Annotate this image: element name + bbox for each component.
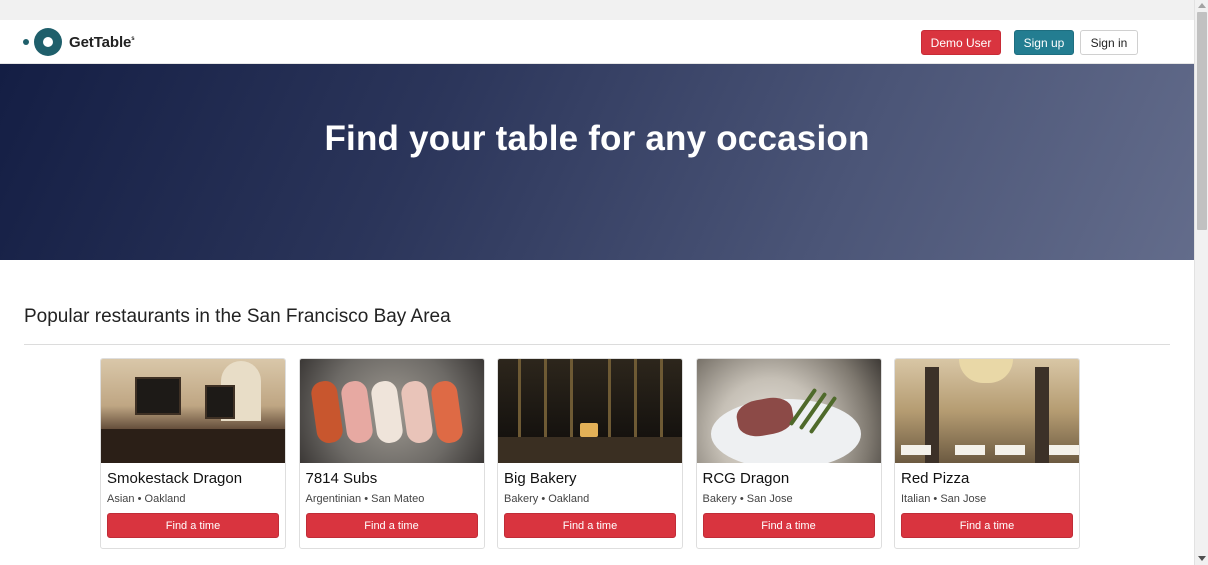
restaurant-city: Oakland	[548, 493, 590, 505]
meta-separator: •	[137, 493, 142, 505]
vertical-scrollbar[interactable]	[1194, 0, 1208, 565]
restaurant-photo[interactable]	[696, 359, 881, 463]
photo-stripe	[634, 359, 637, 439]
photo-table	[1049, 445, 1079, 455]
photo-stripe	[518, 359, 521, 439]
photo-counter	[498, 437, 682, 463]
meta-separator: •	[739, 493, 744, 505]
find-a-time-button[interactable]: Find a time	[305, 513, 478, 538]
photo-sushi-piece	[369, 379, 404, 445]
restaurant-card[interactable]: Big Bakery Bakery • Oakland Find a time	[497, 358, 683, 549]
photo-stripe	[544, 359, 547, 439]
photo-lamp	[580, 423, 598, 437]
restaurant-meta: Argentinian • San Mateo	[306, 493, 425, 505]
meta-separator: •	[364, 493, 369, 505]
meta-separator: •	[933, 493, 938, 505]
find-a-time-button[interactable]: Find a time	[901, 513, 1073, 538]
brand-superscript: s	[131, 35, 135, 42]
photo-frame	[205, 385, 235, 419]
restaurant-name[interactable]: Red Pizza	[901, 470, 969, 487]
logo-dot-icon	[23, 39, 29, 45]
photo-stripe	[570, 359, 573, 439]
restaurant-cuisine: Bakery	[702, 493, 737, 505]
restaurant-meta: Asian • Oakland	[107, 493, 186, 505]
popular-section-title: Popular restaurants in the San Francisco…	[24, 306, 451, 327]
restaurant-photo[interactable]	[895, 359, 1079, 463]
find-a-time-button[interactable]: Find a time	[107, 513, 279, 538]
gettable-logo-icon	[34, 28, 62, 56]
restaurant-name[interactable]: Smokestack Dragon	[107, 470, 242, 487]
sign-in-button[interactable]: Sign in	[1080, 30, 1138, 55]
restaurant-cuisine: Argentinian	[305, 493, 362, 505]
demo-user-button[interactable]: Demo User	[921, 30, 1001, 55]
scroll-up-arrow-icon[interactable]	[1198, 3, 1206, 8]
restaurant-meta: Bakery • San Jose	[703, 493, 793, 505]
restaurant-cuisine: Bakery	[504, 493, 539, 505]
restaurant-meta: Bakery • Oakland	[504, 493, 589, 505]
restaurant-city: San Jose	[940, 493, 987, 505]
photo-chandelier	[959, 359, 1013, 383]
restaurant-city: Oakland	[144, 493, 186, 505]
find-a-time-button[interactable]: Find a time	[504, 513, 676, 538]
photo-frame	[135, 377, 181, 415]
restaurant-card-list: Smokestack Dragon Asian • Oakland Find a…	[100, 358, 1093, 549]
sign-up-button[interactable]: Sign up	[1014, 30, 1074, 55]
hero-title: Find your table for any occasion	[324, 119, 870, 158]
photo-sushi-piece	[429, 379, 464, 445]
restaurant-photo[interactable]	[101, 359, 285, 463]
photo-stripe	[660, 359, 663, 439]
hero-banner: Find your table for any occasion	[0, 64, 1194, 260]
restaurant-card[interactable]: RCG Dragon Bakery • San Jose Find a time	[695, 358, 882, 549]
photo-table	[995, 445, 1025, 455]
restaurant-name[interactable]: Big Bakery	[504, 470, 577, 487]
photo-sushi-piece	[309, 379, 344, 445]
section-divider	[24, 344, 1170, 345]
find-a-time-button[interactable]: Find a time	[702, 513, 875, 538]
restaurant-card[interactable]: Red Pizza Italian • San Jose Find a time	[894, 358, 1080, 549]
photo-table	[955, 445, 985, 455]
scrollbar-thumb[interactable]	[1197, 12, 1207, 230]
restaurant-meta: Italian • San Jose	[901, 493, 986, 505]
scroll-down-arrow-icon[interactable]	[1198, 556, 1206, 561]
brand-name: GetTables	[69, 33, 135, 51]
restaurant-cuisine: Asian	[107, 493, 135, 505]
restaurant-photo[interactable]	[299, 359, 484, 463]
page-viewport: GetTables Demo User Sign up Sign in Find…	[0, 20, 1194, 565]
meta-separator: •	[541, 493, 546, 505]
logo-link[interactable]: GetTables	[23, 28, 135, 56]
restaurant-photo[interactable]	[498, 359, 682, 463]
restaurant-name[interactable]: 7814 Subs	[306, 470, 378, 487]
restaurant-city: San Jose	[746, 493, 793, 505]
restaurant-city: San Mateo	[371, 493, 425, 505]
photo-booth	[101, 429, 285, 463]
photo-column	[1035, 367, 1049, 463]
restaurant-cuisine: Italian	[901, 493, 931, 505]
photo-table	[901, 445, 931, 455]
navbar: GetTables Demo User Sign up Sign in	[0, 20, 1194, 64]
restaurant-card[interactable]: Smokestack Dragon Asian • Oakland Find a…	[100, 358, 286, 549]
photo-stripe	[608, 359, 611, 439]
photo-sushi-piece	[399, 379, 434, 445]
browser-top-strip	[0, 0, 1194, 20]
restaurant-card[interactable]: 7814 Subs Argentinian • San Mateo Find a…	[298, 358, 485, 549]
restaurant-name[interactable]: RCG Dragon	[703, 470, 790, 487]
photo-sushi-piece	[339, 379, 374, 445]
